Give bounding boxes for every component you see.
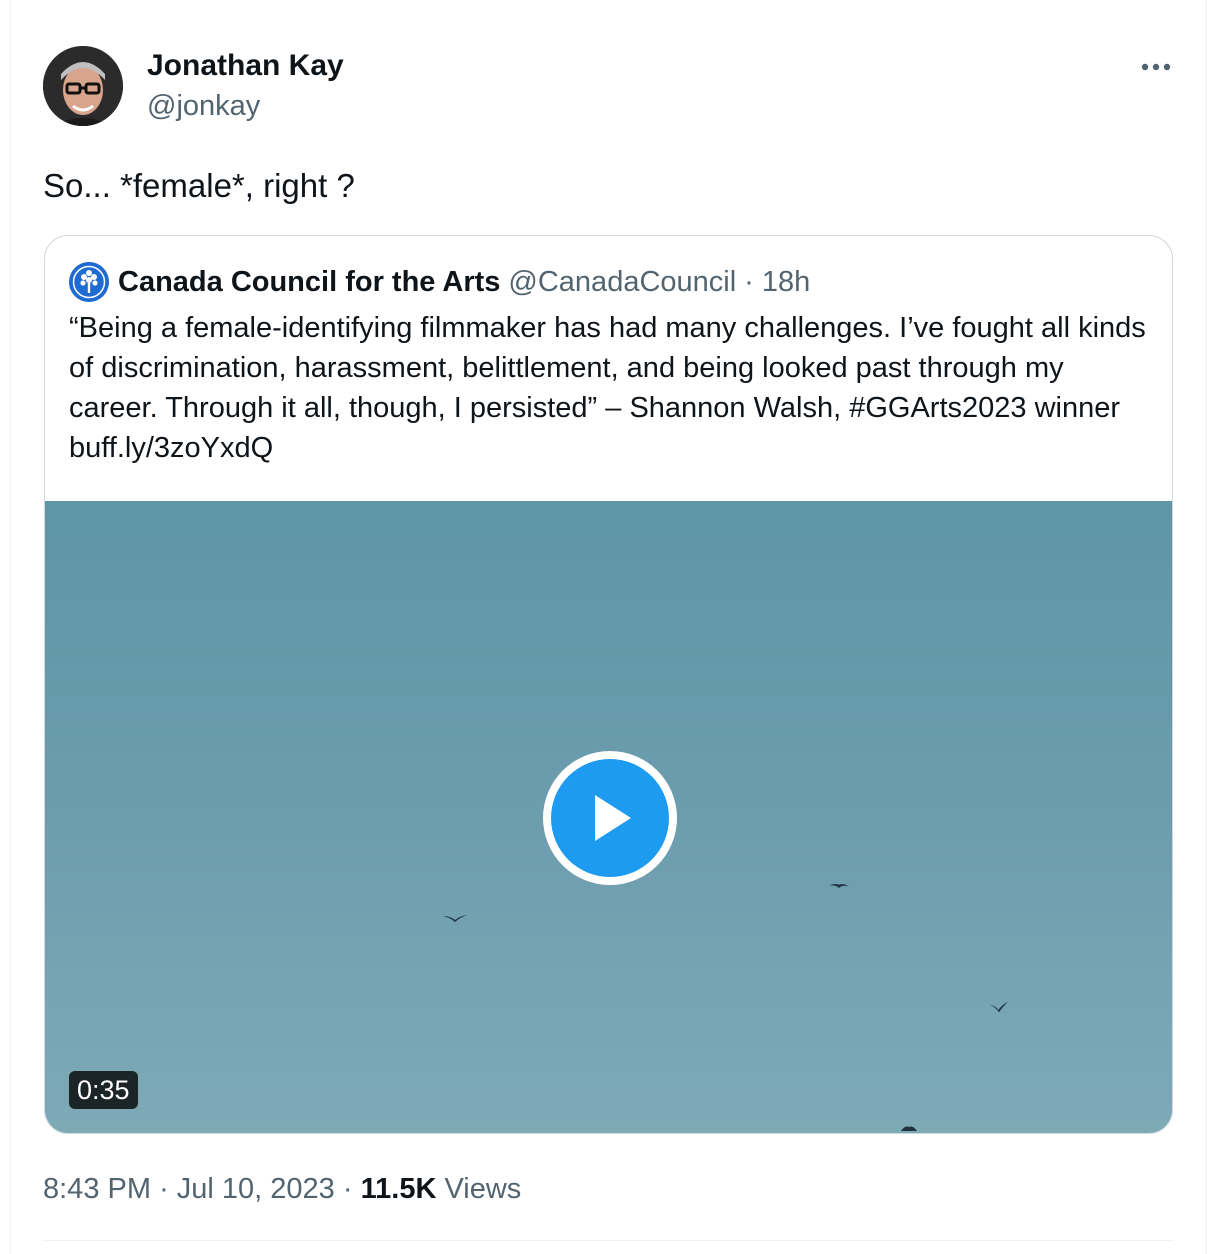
avatar-photo (43, 46, 123, 126)
author-avatar[interactable] (43, 46, 123, 126)
quoted-author-name[interactable]: Canada Council for the Arts (118, 266, 500, 299)
canada-council-logo (69, 262, 109, 302)
tweet-date[interactable]: Jul 10, 2023 (177, 1173, 335, 1205)
quoted-tweet-text: “Being a female-identifying filmmaker ha… (69, 312, 1146, 464)
play-button-inner (551, 759, 669, 877)
tweet-time[interactable]: 8:43 PM (43, 1173, 151, 1205)
bird-silhouette (829, 884, 849, 888)
meta-separator: · (342, 1173, 353, 1205)
quoted-tweet-card[interactable]: Canada Council for the Arts @CanadaCounc… (44, 235, 1173, 1134)
meta-separator: · (159, 1173, 169, 1205)
quoted-tweet-header: Canada Council for the Arts @CanadaCounc… (69, 262, 810, 302)
tweet-metadata: 8:43 PM · Jul 10, 2023 · 11.5K Views (43, 1170, 521, 1208)
more-horizontal-icon (1141, 63, 1171, 71)
frame-left-border (10, 0, 11, 1254)
bird-silhouette (901, 1126, 917, 1131)
quoted-author-avatar[interactable] (69, 262, 109, 302)
quoted-separator: · (744, 265, 754, 298)
tweet-text: So... *female*, right ? (43, 167, 355, 204)
play-button[interactable] (543, 751, 677, 885)
video-duration-badge: 0:35 (69, 1071, 138, 1109)
views-count: 11.5K (360, 1173, 437, 1205)
divider (43, 1240, 1173, 1241)
author-name[interactable]: Jonathan Kay (147, 48, 344, 84)
play-icon (595, 795, 631, 841)
bird-silhouette (990, 1001, 1008, 1013)
frame-right-border (1206, 0, 1207, 1254)
quoted-author-handle[interactable]: @CanadaCouncil (508, 266, 736, 299)
views-label: Views (444, 1173, 522, 1205)
bird-silhouette (443, 915, 467, 922)
video-player[interactable]: 0:35 (45, 501, 1172, 1133)
author-handle[interactable]: @jonkay (147, 88, 260, 124)
more-options-button[interactable] (1133, 48, 1179, 86)
quoted-time[interactable]: 18h (762, 266, 810, 299)
